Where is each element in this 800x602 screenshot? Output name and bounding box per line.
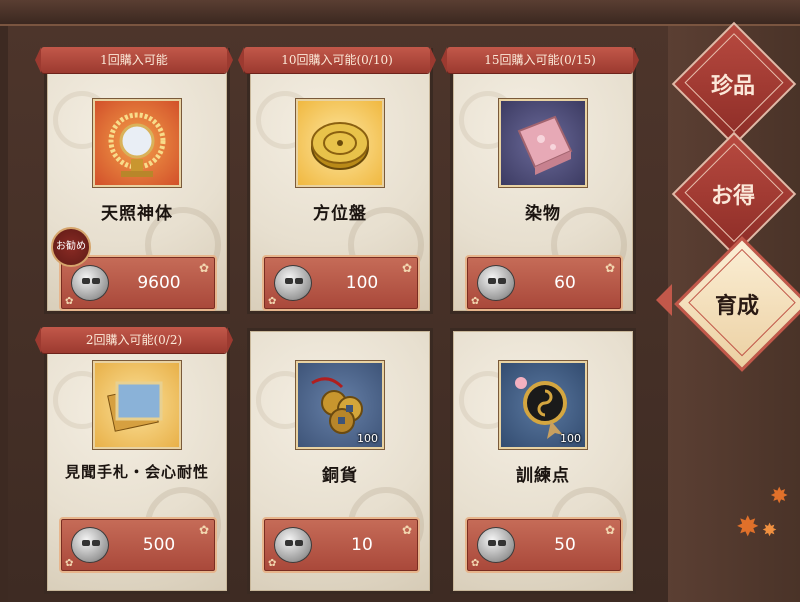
maple-leaf-icon: ✸: [770, 484, 789, 509]
dyed-cloth-icon: [517, 115, 573, 175]
price-value: 9600: [137, 273, 181, 293]
buy-button[interactable]: 100 ✿ ✿: [262, 255, 420, 311]
shop-item-card[interactable]: 1回購入可能 天照神体 お勧め 9600 ✿ ✿: [35, 47, 233, 314]
flower-icon: ✿: [65, 558, 74, 569]
price-value: 60: [554, 273, 576, 293]
flower-icon: ✿: [268, 558, 277, 569]
shop-item-card[interactable]: 15回購入可能(0/15) 染物 60 ✿ ✿: [441, 47, 639, 314]
buy-button[interactable]: 10 ✿ ✿: [262, 517, 420, 573]
flower-icon: ✿: [65, 296, 74, 307]
item-icon-frame[interactable]: 100: [499, 361, 587, 449]
item-quantity: 100: [560, 432, 581, 445]
recommend-badge: お勧め: [51, 227, 91, 267]
stone-coin-icon: [477, 527, 515, 563]
item-icon-frame[interactable]: [93, 99, 181, 187]
flower-icon: ✿: [198, 261, 209, 275]
tab-deals-label[interactable]: お得: [683, 178, 783, 210]
price-value: 500: [142, 535, 176, 555]
flower-icon: ✿: [471, 296, 480, 307]
purchase-limit-ribbon: 15回購入可能(0/15): [441, 47, 639, 73]
purchase-limit-ribbon: 10回購入可能(0/10): [238, 47, 436, 73]
shop-item-card[interactable]: 100 訓練点 50 ✿ ✿: [450, 328, 636, 594]
mirror-icon: [108, 112, 166, 177]
flower-icon: ✿: [401, 261, 412, 275]
item-name: 方位盤: [313, 204, 367, 224]
item-icon-frame[interactable]: [296, 99, 384, 187]
stone-coin-icon: [274, 265, 312, 301]
item-icon-frame[interactable]: [93, 361, 181, 449]
item-name: 銅貨: [322, 466, 358, 486]
flower-icon: ✿: [604, 523, 615, 537]
stone-coin-icon: [274, 527, 312, 563]
buy-button[interactable]: 50 ✿ ✿: [465, 517, 623, 573]
flower-icon: ✿: [198, 523, 209, 537]
item-quantity: 100: [357, 432, 378, 445]
item-icon-frame[interactable]: 100: [296, 361, 384, 449]
shop-item-card[interactable]: 2回購入可能(0/2) 見聞手札・会心耐性 500 ✿ ✿: [35, 327, 233, 594]
flower-icon: ✿: [268, 296, 277, 307]
item-name: 訓練点: [516, 466, 570, 486]
shop-item-card[interactable]: 10回購入可能(0/10) 方位盤 100 ✿ ✿: [238, 47, 436, 314]
stone-coin-icon: [71, 265, 109, 301]
item-name: 天照神体: [101, 204, 173, 224]
cards-icon: [107, 381, 163, 432]
flower-icon: ✿: [471, 558, 480, 569]
tab-rare-items-label[interactable]: 珍品: [683, 68, 783, 100]
buy-button[interactable]: 500 ✿ ✿: [59, 517, 217, 573]
tab-training-label[interactable]: 育成: [687, 288, 787, 320]
flower-icon: ✿: [401, 523, 412, 537]
stone-coin-icon: [477, 265, 515, 301]
price-value: 10: [351, 535, 373, 555]
top-bar: [0, 0, 800, 26]
buy-button[interactable]: 9600 ✿ ✿: [59, 255, 217, 311]
shop-item-card[interactable]: 100 銅貨 10 ✿ ✿: [247, 328, 433, 594]
stone-coin-icon: [71, 527, 109, 563]
active-tab-arrow: [656, 284, 672, 316]
price-value: 100: [345, 273, 379, 293]
item-name: 染物: [525, 204, 561, 224]
price-value: 50: [554, 535, 576, 555]
item-icon-frame[interactable]: [499, 99, 587, 187]
purchase-limit-ribbon: 2回購入可能(0/2): [35, 327, 233, 353]
compass-disc-icon: [311, 122, 369, 170]
purchase-limit-ribbon: 1回購入可能: [35, 47, 233, 73]
maple-leaf-icon: ✸: [736, 510, 760, 543]
flower-icon: ✿: [604, 261, 615, 275]
item-name: 見聞手札・会心耐性: [64, 463, 209, 481]
buy-button[interactable]: 60 ✿ ✿: [465, 255, 623, 311]
maple-leaf-icon: ✸: [762, 520, 778, 541]
